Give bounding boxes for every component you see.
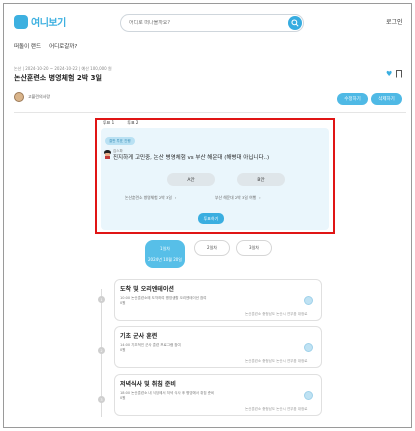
map-pin-icon[interactable] (304, 296, 313, 305)
option-b-link[interactable]: 부산 해운대 2박 3일 여행 › (215, 195, 261, 201)
chevron-right-icon: › (174, 195, 177, 200)
search-icon (291, 19, 299, 27)
delete-button[interactable]: 삭제하기 (371, 93, 402, 105)
schedule-price: 0원 (120, 396, 126, 400)
logo-icon (14, 14, 28, 29)
poll-status-badge: 결판 투표 진행 (105, 137, 135, 145)
option-a-link[interactable]: 논산훈련소 병영체험 2박 3일 › (125, 195, 176, 201)
schedule-title: 도착 및 오리엔테이션 (120, 286, 174, 293)
poll-question: 진지하게 고민중, 논산 병영체험 vs 부산 해운대 (해병대 아닙니다..) (113, 155, 270, 161)
schedule-location: 논산훈련소 충청남도 논산시 연무읍 대정로 (245, 407, 308, 411)
vote-button[interactable]: 투표하기 (198, 213, 224, 224)
step-number: 2 (98, 347, 105, 354)
trip-meta: 논산 | 2024-10-20 ~ 2024-10-22 | 예산 100,00… (14, 66, 112, 71)
search-button[interactable] (288, 16, 302, 30)
divider (14, 112, 406, 113)
schedule-card[interactable]: 저녁식사 및 취침 준비 18:00 논산훈련소 내 식당에서 저녁 식사 후 … (114, 374, 322, 416)
option-b-button[interactable]: B안 (237, 173, 285, 186)
tab-day-3[interactable]: 3일차 (236, 240, 272, 256)
map-pin-icon[interactable] (304, 343, 313, 352)
step-number: 3 (98, 396, 105, 403)
chevron-right-icon: › (259, 195, 261, 200)
poll-card: 결판 투표 진행 김스파 진지하게 고민중, 논산 병영체험 vs 부산 해운대… (101, 128, 329, 230)
tab-day-1[interactable]: 1일차 2024년 10월 20일 (145, 240, 185, 268)
schedule-price: 0원 (120, 348, 126, 352)
search-input[interactable] (129, 20, 279, 26)
schedule-desc: 14:00 기초적인 군사 훈련 프로그램 참여 0원 (120, 343, 240, 353)
nav-item-where[interactable]: 어디로갈까? (49, 42, 77, 50)
tab-day-1-date: 2024년 10월 20일 (148, 256, 182, 262)
option-a-link-label: 논산훈련소 병영체험 2박 3일 (125, 195, 172, 200)
schedule-location: 논산훈련소 충청남도 논산시 연무읍 대정로 (245, 312, 308, 316)
schedule-location: 논산훈련소 충청남도 논산시 연무읍 대정로 (245, 359, 308, 363)
logo[interactable]: 여니보기 (14, 14, 66, 29)
bookmark-icon[interactable] (396, 70, 402, 78)
login-link[interactable]: 로그인 (386, 17, 403, 26)
tab-day-1-label: 1일차 (160, 245, 170, 251)
trip-title: 논산훈련소 병영체험 2박 3일 (14, 74, 102, 82)
option-a-button[interactable]: A안 (167, 173, 215, 186)
author: 고블린의사랑 (14, 92, 50, 102)
heart-icon[interactable]: ♥ (386, 70, 392, 78)
edit-button[interactable]: 수정하기 (337, 93, 368, 105)
map-pin-icon[interactable] (304, 391, 313, 400)
top-nav: 떠돌이 랜드 어디로갈까? (14, 42, 77, 50)
poll-highlight: 투표 1 투표 2 결판 투표 진행 김스파 진지하게 고민중, 논산 병영체험… (95, 118, 335, 234)
schedule-card[interactable]: 도착 및 오리엔테이션 10:00 논산훈련소에 도착하여 병영생활 오리엔테이… (114, 279, 322, 321)
user-avatar-icon (104, 150, 111, 159)
schedule-desc: 18:00 논산훈련소 내 식당에서 저녁 식사 후 병영에서 취침 준비 0원 (120, 391, 240, 401)
schedule-title: 저녁식사 및 취침 준비 (120, 381, 176, 388)
search-bar (120, 14, 304, 32)
option-b-link-label: 부산 해운대 2박 3일 여행 (215, 195, 257, 200)
poll-tabs: 투표 1 투표 2 (103, 120, 138, 126)
poll-tab-2[interactable]: 투표 2 (127, 120, 138, 126)
schedule-card[interactable]: 기초 군사 훈련 14:00 기초적인 군사 훈련 프로그램 참여 0원 논산훈… (114, 326, 322, 368)
schedule-title: 기초 군사 훈련 (120, 333, 158, 340)
logo-text: 여니보기 (31, 18, 66, 29)
nav-item-land[interactable]: 떠돌이 랜드 (14, 42, 41, 50)
poll-tab-1[interactable]: 투표 1 (103, 120, 114, 126)
app-window: 여니보기 로그인 떠돌이 랜드 어디로갈까? 논산 | 2024-10-20 ~… (3, 3, 412, 428)
step-number: 1 (98, 296, 105, 303)
schedule-price: 0원 (120, 301, 126, 305)
schedule-desc: 10:00 논산훈련소에 도착하여 병영생활 오리엔테이션 참여 0원 (120, 296, 240, 306)
avatar (14, 92, 24, 102)
author-name: 고블린의사랑 (28, 94, 51, 99)
tab-day-2[interactable]: 2일차 (194, 240, 230, 256)
